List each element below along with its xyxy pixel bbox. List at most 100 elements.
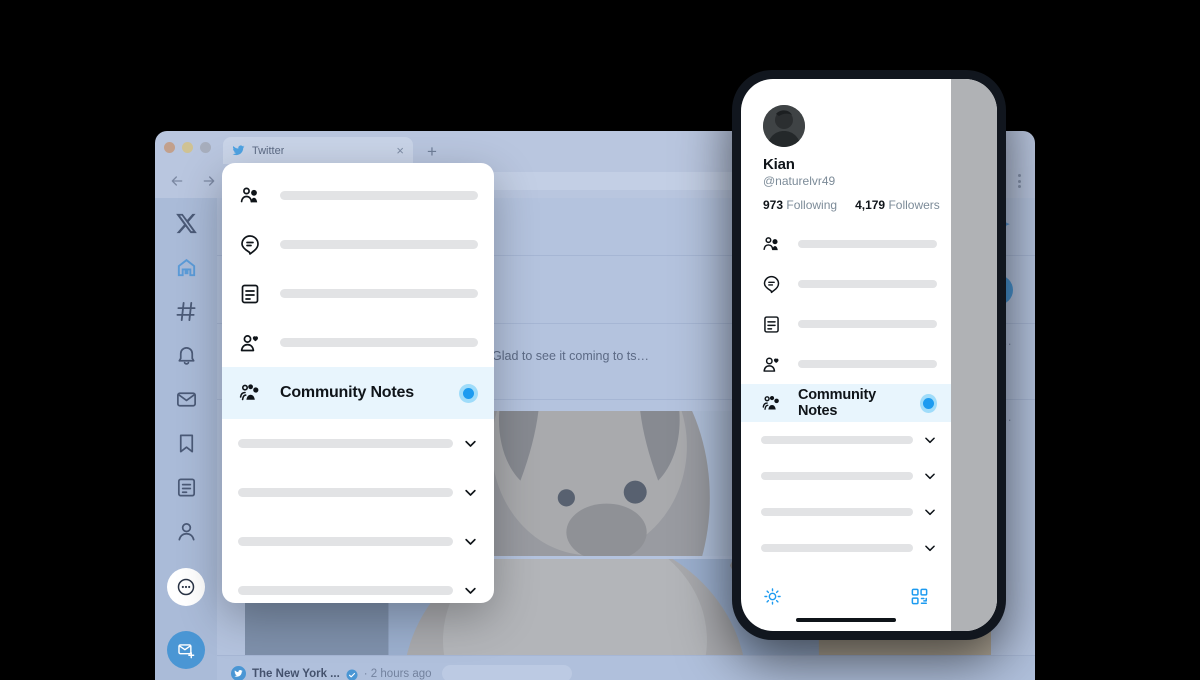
notifications-bell-icon[interactable] bbox=[175, 344, 198, 367]
phone-row-placeholder bbox=[798, 280, 937, 288]
x-logo-icon[interactable] bbox=[175, 212, 198, 235]
traffic-lights[interactable] bbox=[164, 131, 223, 164]
home-indicator bbox=[796, 618, 896, 622]
kebab-menu-icon[interactable] bbox=[1018, 174, 1021, 188]
feed-bottom-name: The New York ... bbox=[252, 667, 340, 680]
following-count: 973 bbox=[763, 198, 784, 212]
collapsed-row-placeholder bbox=[238, 488, 453, 497]
phone-collapsed-row[interactable] bbox=[741, 422, 951, 458]
forward-arrow-icon[interactable] bbox=[201, 173, 217, 189]
feed-bottom-time: · 2 hours ago bbox=[363, 667, 432, 680]
phone-selected-label: Community Notes bbox=[798, 387, 876, 419]
verified-badge-icon bbox=[346, 668, 358, 680]
profile-icon[interactable] bbox=[175, 520, 198, 543]
phone-row-community-notes[interactable]: Community Notes bbox=[741, 384, 951, 422]
new-tab-button[interactable]: + bbox=[427, 143, 437, 160]
chevron-down-icon[interactable] bbox=[923, 541, 937, 555]
phone-row-lists[interactable] bbox=[741, 304, 951, 344]
phone-side-panel bbox=[951, 79, 997, 631]
phone-collapsed-row[interactable] bbox=[741, 530, 951, 566]
twitter-bird-icon bbox=[232, 144, 245, 157]
following-stat[interactable]: 973 Following bbox=[763, 198, 837, 212]
phone-row-privacy[interactable] bbox=[741, 264, 951, 304]
phone-collapsed-row[interactable] bbox=[741, 458, 951, 494]
compose-message-button[interactable] bbox=[167, 631, 205, 669]
avatar bbox=[231, 666, 246, 680]
dropdown-row-lists[interactable] bbox=[222, 269, 494, 318]
collapsed-row-placeholder bbox=[761, 544, 913, 552]
collapsed-row-placeholder bbox=[238, 586, 453, 595]
close-icon[interactable]: × bbox=[396, 144, 404, 157]
more-menu-button[interactable] bbox=[167, 568, 205, 606]
collapsed-row-placeholder bbox=[238, 439, 453, 448]
community-notes-icon bbox=[761, 393, 782, 414]
messages-mail-icon[interactable] bbox=[175, 388, 198, 411]
lists-icon[interactable] bbox=[175, 476, 198, 499]
community-notes-icon bbox=[238, 381, 262, 405]
profile-handle: @naturelvr49 bbox=[763, 174, 836, 188]
dropdown-row-privacy[interactable] bbox=[222, 220, 494, 269]
browser-tab-twitter[interactable]: Twitter × bbox=[223, 137, 413, 164]
person-heart-icon bbox=[761, 354, 782, 375]
phone-row-follows[interactable] bbox=[741, 344, 951, 384]
privacy-pin-icon bbox=[761, 274, 782, 295]
dropdown-selected-label: Community Notes bbox=[280, 384, 414, 401]
feed-bottom-item[interactable]: The New York ... · 2 hours ago bbox=[217, 655, 1035, 680]
brightness-sun-icon[interactable] bbox=[763, 587, 782, 606]
collapsed-row-placeholder bbox=[761, 508, 913, 516]
twitter-sidebar bbox=[155, 198, 217, 680]
settings-dropdown-panel: Community Notes bbox=[222, 163, 494, 603]
home-icon[interactable] bbox=[175, 256, 198, 279]
dropdown-collapsed-row[interactable] bbox=[222, 419, 494, 468]
privacy-pin-icon bbox=[238, 233, 262, 257]
profile-name: Kian bbox=[763, 156, 795, 173]
collapsed-row-placeholder bbox=[761, 472, 913, 480]
screenshot-stage: Twitter × + … Glad to see it coming to t… bbox=[0, 0, 1200, 680]
phone-row-placeholder bbox=[798, 240, 937, 248]
chevron-down-icon[interactable] bbox=[463, 485, 478, 500]
dropdown-collapsed-row[interactable] bbox=[222, 566, 494, 603]
collapsed-row-placeholder bbox=[238, 537, 453, 546]
chevron-down-icon[interactable] bbox=[923, 505, 937, 519]
dropdown-row-placeholder bbox=[280, 240, 478, 249]
phone-content: Kian @naturelvr49 973 Following 4,179 Fo… bbox=[741, 79, 951, 631]
phone-screen: Kian @naturelvr49 973 Following 4,179 Fo… bbox=[741, 79, 997, 631]
chevron-down-icon[interactable] bbox=[923, 433, 937, 447]
list-document-icon bbox=[238, 282, 262, 306]
phone-row-placeholder bbox=[798, 360, 937, 368]
chevron-down-icon[interactable] bbox=[463, 534, 478, 549]
explore-hashtag-icon[interactable] bbox=[175, 300, 198, 323]
phone-row-community[interactable] bbox=[741, 224, 951, 264]
chevron-down-icon[interactable] bbox=[923, 469, 937, 483]
close-window-button[interactable] bbox=[164, 142, 175, 153]
chevron-down-icon[interactable] bbox=[463, 583, 478, 598]
following-label: Following bbox=[786, 198, 838, 212]
community-people-icon bbox=[761, 234, 782, 255]
list-document-icon bbox=[761, 314, 782, 335]
community-people-icon bbox=[238, 184, 262, 208]
profile-stats: 973 Following 4,179 Followers bbox=[741, 188, 951, 224]
chevron-down-icon[interactable] bbox=[463, 436, 478, 451]
dropdown-row-follows[interactable] bbox=[222, 318, 494, 367]
qr-code-icon[interactable] bbox=[910, 587, 929, 606]
feed-bottom-placeholder bbox=[441, 665, 572, 680]
back-arrow-icon[interactable] bbox=[169, 173, 185, 189]
phone-mockup: Kian @naturelvr49 973 Following 4,179 Fo… bbox=[732, 70, 1006, 640]
phone-collapsed-row[interactable] bbox=[741, 494, 951, 530]
radio-button-selected[interactable] bbox=[459, 383, 478, 403]
followers-stat[interactable]: 4,179 Followers bbox=[855, 198, 940, 212]
phone-row-placeholder bbox=[798, 320, 937, 328]
radio-button-selected[interactable] bbox=[920, 393, 937, 413]
dropdown-collapsed-row[interactable] bbox=[222, 468, 494, 517]
tab-title: Twitter bbox=[252, 144, 285, 157]
followers-count: 4,179 bbox=[855, 198, 886, 212]
phone-bottom-bar bbox=[741, 587, 951, 612]
dropdown-collapsed-row[interactable] bbox=[222, 517, 494, 566]
avatar[interactable] bbox=[763, 105, 805, 147]
dropdown-row-placeholder bbox=[280, 191, 478, 200]
minimize-window-button[interactable] bbox=[182, 142, 193, 153]
bookmarks-icon[interactable] bbox=[175, 432, 198, 455]
maximize-window-button[interactable] bbox=[200, 142, 211, 153]
dropdown-row-community-notes[interactable]: Community Notes bbox=[222, 367, 494, 419]
dropdown-row-community[interactable] bbox=[222, 171, 494, 220]
